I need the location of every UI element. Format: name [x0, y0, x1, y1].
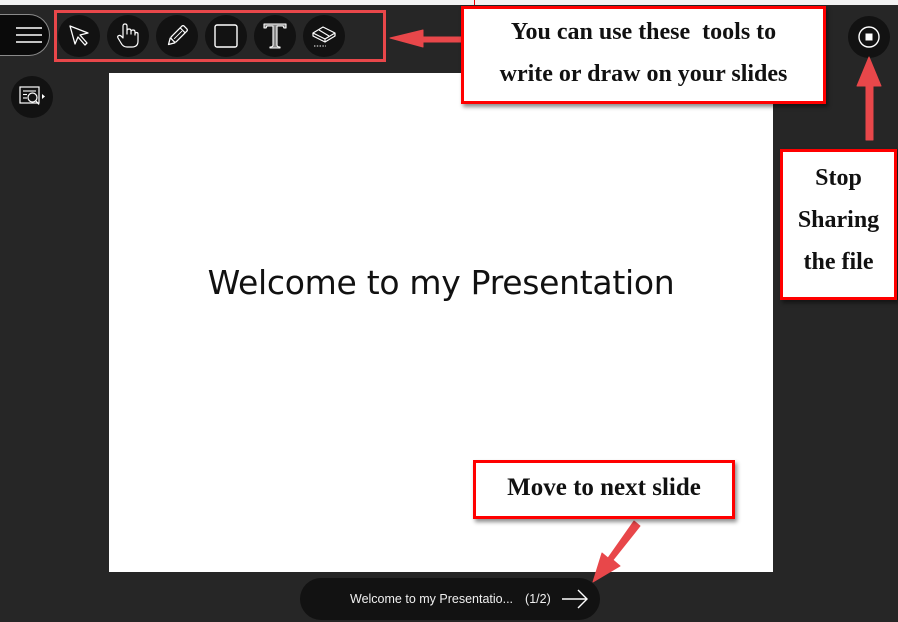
- next-slide-button[interactable]: [561, 588, 589, 610]
- callout-stop-line-1: Stop: [815, 165, 862, 191]
- callout-tools-line-1: You can use these tools to: [510, 19, 777, 45]
- top-mark: [474, 0, 475, 5]
- callout-stop-line-2: Sharing: [797, 207, 880, 233]
- slide-counter: (1/2): [525, 592, 551, 606]
- arrow-to-toolbar: [389, 29, 468, 48]
- callout-tools-line-2: write or draw on your slides: [499, 61, 788, 87]
- slide-navigation: Welcome to my Presentatio... (1/2): [300, 578, 600, 620]
- callout-drawing-tools: You can use these tools to write or draw…: [461, 6, 826, 104]
- arrow-to-stop-button: [856, 56, 882, 141]
- current-slide-title: Welcome to my Presentatio...: [350, 592, 514, 606]
- arrow-right-icon: [561, 589, 588, 609]
- callout-next-text: Move to next slide: [507, 474, 701, 501]
- stop-sharing-button[interactable]: [848, 16, 890, 58]
- stop-icon: [858, 26, 880, 48]
- slide-title: Welcome to my Presentation: [207, 263, 675, 302]
- toolbar-highlight: [54, 10, 386, 62]
- menu-button[interactable]: [0, 14, 50, 56]
- top-strip: [0, 0, 898, 5]
- slide-search-button[interactable]: [11, 76, 53, 118]
- hamburger-icon: [15, 27, 42, 43]
- callout-next-slide: Move to next slide: [473, 460, 735, 519]
- document-search-icon: [19, 86, 45, 105]
- callout-stop-sharing: Stop Sharing the file: [780, 149, 897, 300]
- callout-stop-line-3: the file: [803, 249, 874, 275]
